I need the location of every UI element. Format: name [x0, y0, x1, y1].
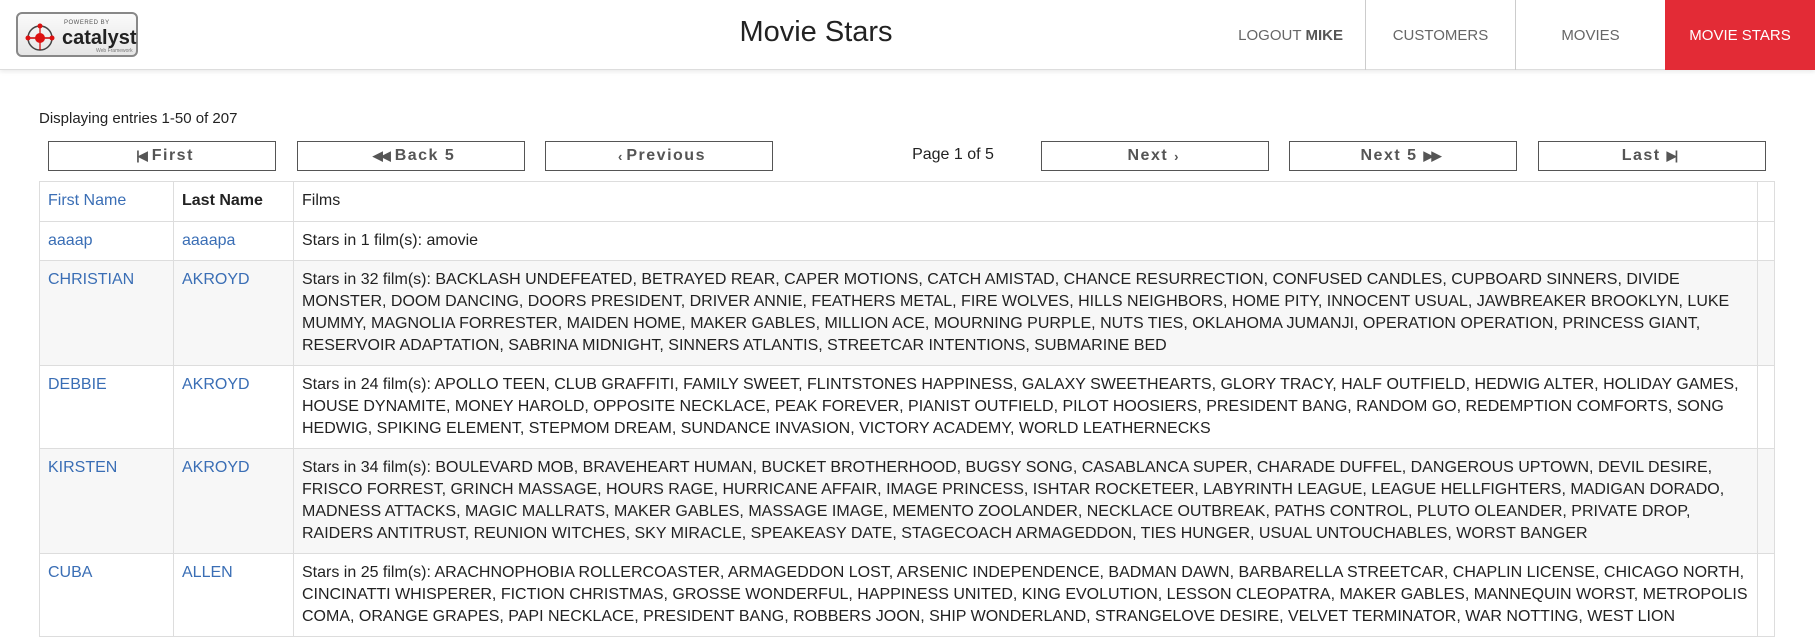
first-page-label: First [151, 147, 194, 164]
last-page-icon: ▶| [1666, 148, 1679, 163]
next-button[interactable]: Next › [1041, 141, 1269, 171]
column-header-films: Films [293, 181, 1758, 222]
page-indicator: Page 1 of 5 [912, 146, 994, 163]
previous-label: Previous [626, 147, 706, 164]
table-header-row: First Name Last Name Films [39, 181, 1775, 222]
column-header-first-name[interactable]: First Name [39, 181, 174, 222]
column-header-spacer [1757, 181, 1775, 222]
chevron-right-icon: › [1174, 148, 1179, 164]
next-5-label: Next 5 [1360, 147, 1418, 164]
films-cell: Stars in 34 film(s): BOULEVARD MOB, BRAV… [293, 448, 1758, 554]
back-5-label: Back 5 [394, 147, 456, 164]
last-page-button[interactable]: Last ▶| [1538, 141, 1766, 171]
logout-link[interactable]: LOGOUT MIKE [1231, 0, 1365, 70]
nav-item-customers[interactable]: CUSTOMERS [1365, 0, 1515, 70]
app-header: POWERED BY catalyst Web Framework Movie … [0, 0, 1815, 70]
next-5-button[interactable]: Next 5 ▶▶ [1289, 141, 1517, 171]
films-cell: Stars in 1 film(s): amovie [293, 221, 1758, 261]
table-row: CHRISTIAN AKROYD Stars in 32 film(s): BA… [39, 260, 1775, 366]
films-cell: Stars in 25 film(s): ARACHNOPHOBIA ROLLE… [293, 553, 1758, 637]
last-page-label: Last [1621, 147, 1661, 164]
first-page-button[interactable]: |◀ First [48, 141, 276, 171]
films-cell: Stars in 32 film(s): BACKLASH UNDEFEATED… [293, 260, 1758, 366]
movie-stars-table: First Name Last Name Films aaaap aaaapa … [39, 181, 1775, 637]
back-5-button[interactable]: ◀◀ Back 5 [297, 141, 525, 171]
first-page-icon: |◀ [136, 148, 148, 163]
fast-forward-icon: ▶▶ [1423, 148, 1442, 163]
main-nav: LOGOUT MIKE CUSTOMERS MOVIES MOVIE STARS [1231, 0, 1815, 70]
first-name-link[interactable]: CHRISTIAN [39, 260, 174, 366]
entries-summary: Displaying entries 1-50 of 207 [39, 110, 238, 127]
rewind-icon: ◀◀ [372, 148, 391, 163]
logout-label: LOGOUT [1238, 26, 1302, 44]
first-name-link[interactable]: CUBA [39, 553, 174, 637]
last-name-link[interactable]: ALLEN [173, 553, 294, 637]
pagination-bar: |◀ First ◀◀ Back 5 ‹ Previous Page 1 of … [48, 141, 1766, 171]
nav-item-movie-stars[interactable]: MOVIE STARS [1665, 0, 1815, 70]
column-header-last-name[interactable]: Last Name [173, 181, 294, 222]
first-name-link[interactable]: aaaap [39, 221, 174, 261]
next-label: Next [1127, 147, 1169, 164]
films-cell: Stars in 24 film(s): APOLLO TEEN, CLUB G… [293, 365, 1758, 449]
nav-item-movies[interactable]: MOVIES [1515, 0, 1665, 70]
table-row: KIRSTEN AKROYD Stars in 34 film(s): BOUL… [39, 448, 1775, 554]
first-name-link[interactable]: DEBBIE [39, 365, 174, 449]
row-spacer-cell [1757, 221, 1775, 261]
previous-button[interactable]: ‹ Previous [545, 141, 773, 171]
last-name-link[interactable]: AKROYD [173, 448, 294, 554]
last-name-link[interactable]: aaaapa [173, 221, 294, 261]
last-name-link[interactable]: AKROYD [173, 260, 294, 366]
row-spacer-cell [1757, 260, 1775, 366]
table-row: aaaap aaaapa Stars in 1 film(s): amovie [39, 221, 1775, 261]
row-spacer-cell [1757, 365, 1775, 449]
last-name-link[interactable]: AKROYD [173, 365, 294, 449]
chevron-left-icon: ‹ [618, 148, 623, 164]
table-row: CUBA ALLEN Stars in 25 film(s): ARACHNOP… [39, 553, 1775, 637]
first-name-link[interactable]: KIRSTEN [39, 448, 174, 554]
table-row: DEBBIE AKROYD Stars in 24 film(s): APOLL… [39, 365, 1775, 449]
row-spacer-cell [1757, 553, 1775, 637]
current-user-name: MIKE [1305, 26, 1344, 44]
row-spacer-cell [1757, 448, 1775, 554]
